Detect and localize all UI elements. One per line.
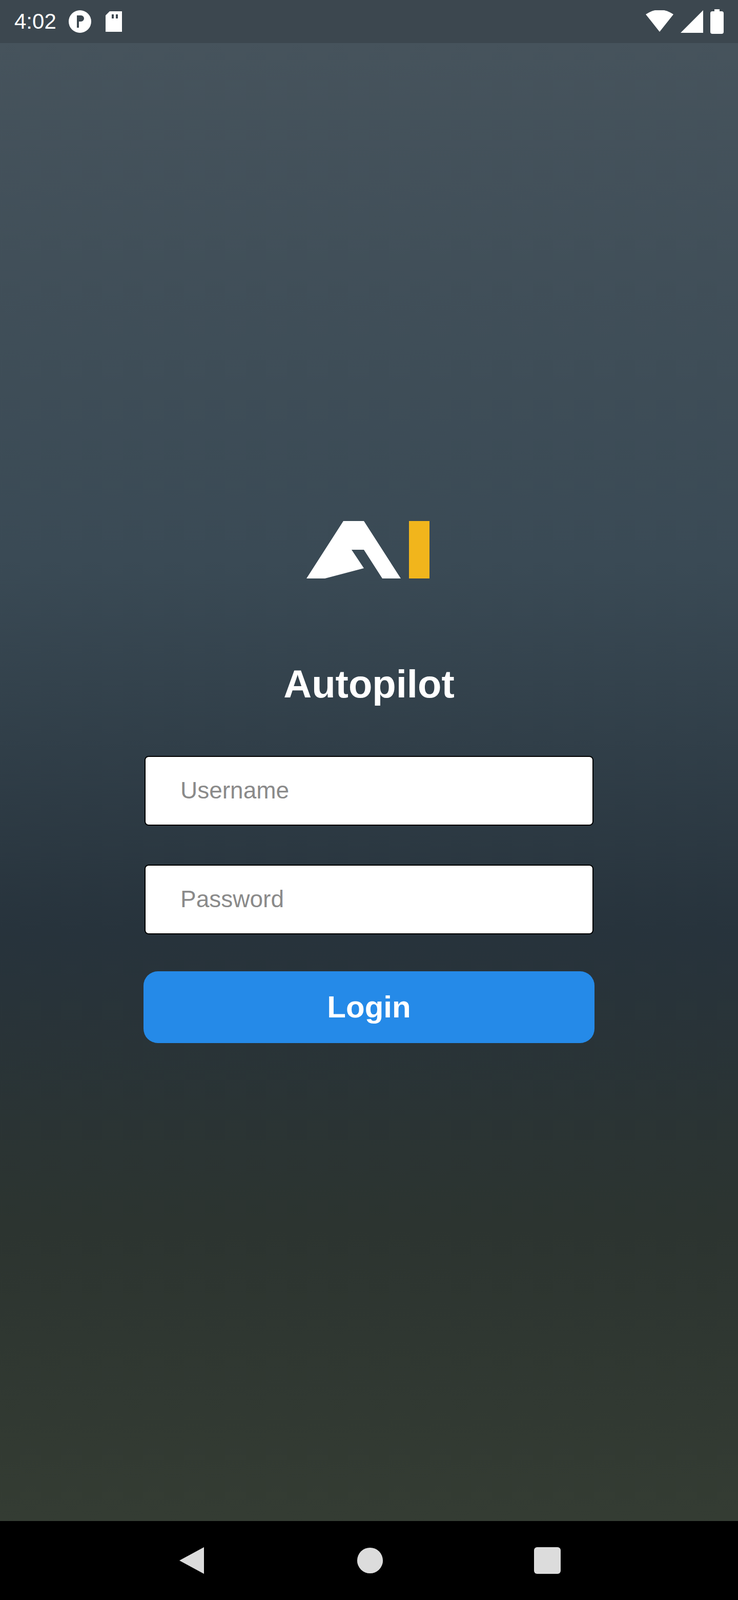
sd-card-icon [103, 10, 125, 33]
password-input[interactable] [144, 864, 594, 934]
recents-icon[interactable] [534, 1546, 561, 1573]
username-input[interactable] [144, 755, 594, 826]
app-title: Autopilot [283, 660, 455, 707]
logo-icon [306, 520, 432, 579]
background-photo: Autopilot Login [0, 43, 738, 1521]
notification-icon [67, 9, 93, 34]
login-button[interactable]: Login [143, 970, 595, 1043]
battery-icon [710, 9, 724, 34]
navigation-bar [0, 1520, 738, 1599]
login-screen: 4:02 Autopilot Login [0, 0, 738, 1599]
signal-icon [680, 10, 704, 33]
status-bar: 4:02 [0, 0, 738, 44]
back-icon[interactable] [177, 1545, 207, 1574]
home-icon[interactable] [356, 1545, 384, 1574]
status-time: 4:02 [14, 10, 57, 33]
wifi-icon [645, 10, 674, 33]
